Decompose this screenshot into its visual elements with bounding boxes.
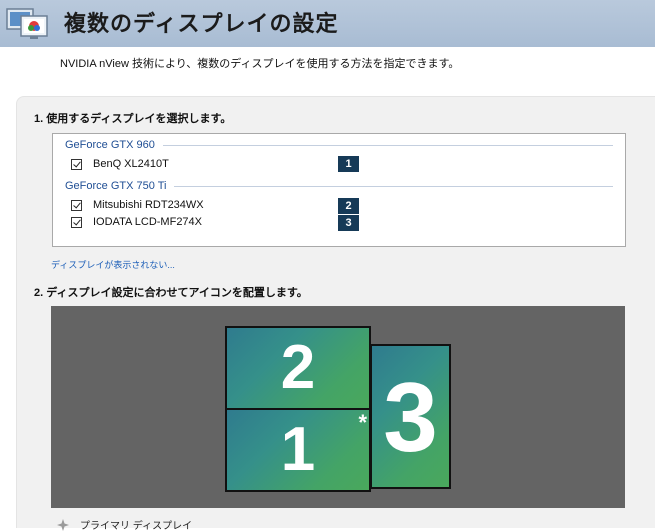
display-arrangement-canvas[interactable]: 2 1 * 3 (51, 306, 625, 508)
display-row-benq[interactable]: BenQ XL2410T (71, 156, 169, 172)
display-checkbox[interactable] (71, 158, 82, 170)
display-number-badge: 3 (338, 215, 359, 231)
gpu-group-header: GeForce GTX 750 Ti (65, 180, 613, 192)
divider (162, 144, 613, 146)
section-2-title: 2. ディスプレイ設定に合わせてアイコンを配置します。 (34, 287, 308, 299)
monitor-number: 1 (280, 415, 316, 484)
page-header: 複数のディスプレイの設定 (0, 0, 655, 47)
display-number-badge: 2 (338, 198, 359, 214)
monitor-icon-3[interactable]: 3 (370, 344, 451, 489)
monitor-icon-2[interactable]: 2 (225, 326, 371, 410)
display-row-mitsubishi[interactable]: Mitsubishi RDT234WX (71, 197, 204, 213)
display-list: GeForce GTX 960 BenQ XL2410T 1 GeForce G… (52, 133, 626, 247)
monitor-icon-1[interactable]: 1 * (225, 408, 371, 492)
divider (174, 185, 613, 187)
gpu-name: GeForce GTX 960 (65, 139, 155, 151)
page-description: NVIDIA nView 技術により、複数のディスプレイを使用する方法を指定でき… (60, 58, 460, 70)
display-name: IODATA LCD-MF274X (93, 216, 203, 228)
display-number-badge: 1 (338, 156, 359, 172)
display-name: Mitsubishi RDT234WX (93, 199, 204, 211)
gpu-group-header: GeForce GTX 960 (65, 139, 613, 151)
display-checkbox[interactable] (71, 216, 82, 228)
monitor-number: 2 (280, 333, 316, 402)
section-1-title: 1. 使用するディスプレイを選択します。 (34, 113, 232, 125)
legend-label: プライマリ ディスプレイ (80, 521, 193, 532)
display-name: BenQ XL2410T (93, 158, 169, 170)
display-checkbox[interactable] (71, 199, 82, 211)
display-row-iodata[interactable]: IODATA LCD-MF274X (71, 214, 202, 230)
primary-display-icon (57, 518, 69, 531)
primary-marker: * (358, 410, 367, 435)
multi-display-settings-icon (6, 8, 48, 39)
gpu-name: GeForce GTX 750 Ti (65, 180, 167, 192)
monitor-number: 3 (383, 361, 438, 472)
display-not-shown-link[interactable]: ディスプレイが表示されない... (51, 258, 175, 271)
primary-display-legend: プライマリ ディスプレイ (56, 517, 192, 532)
page-title: 複数のディスプレイの設定 (64, 11, 339, 36)
